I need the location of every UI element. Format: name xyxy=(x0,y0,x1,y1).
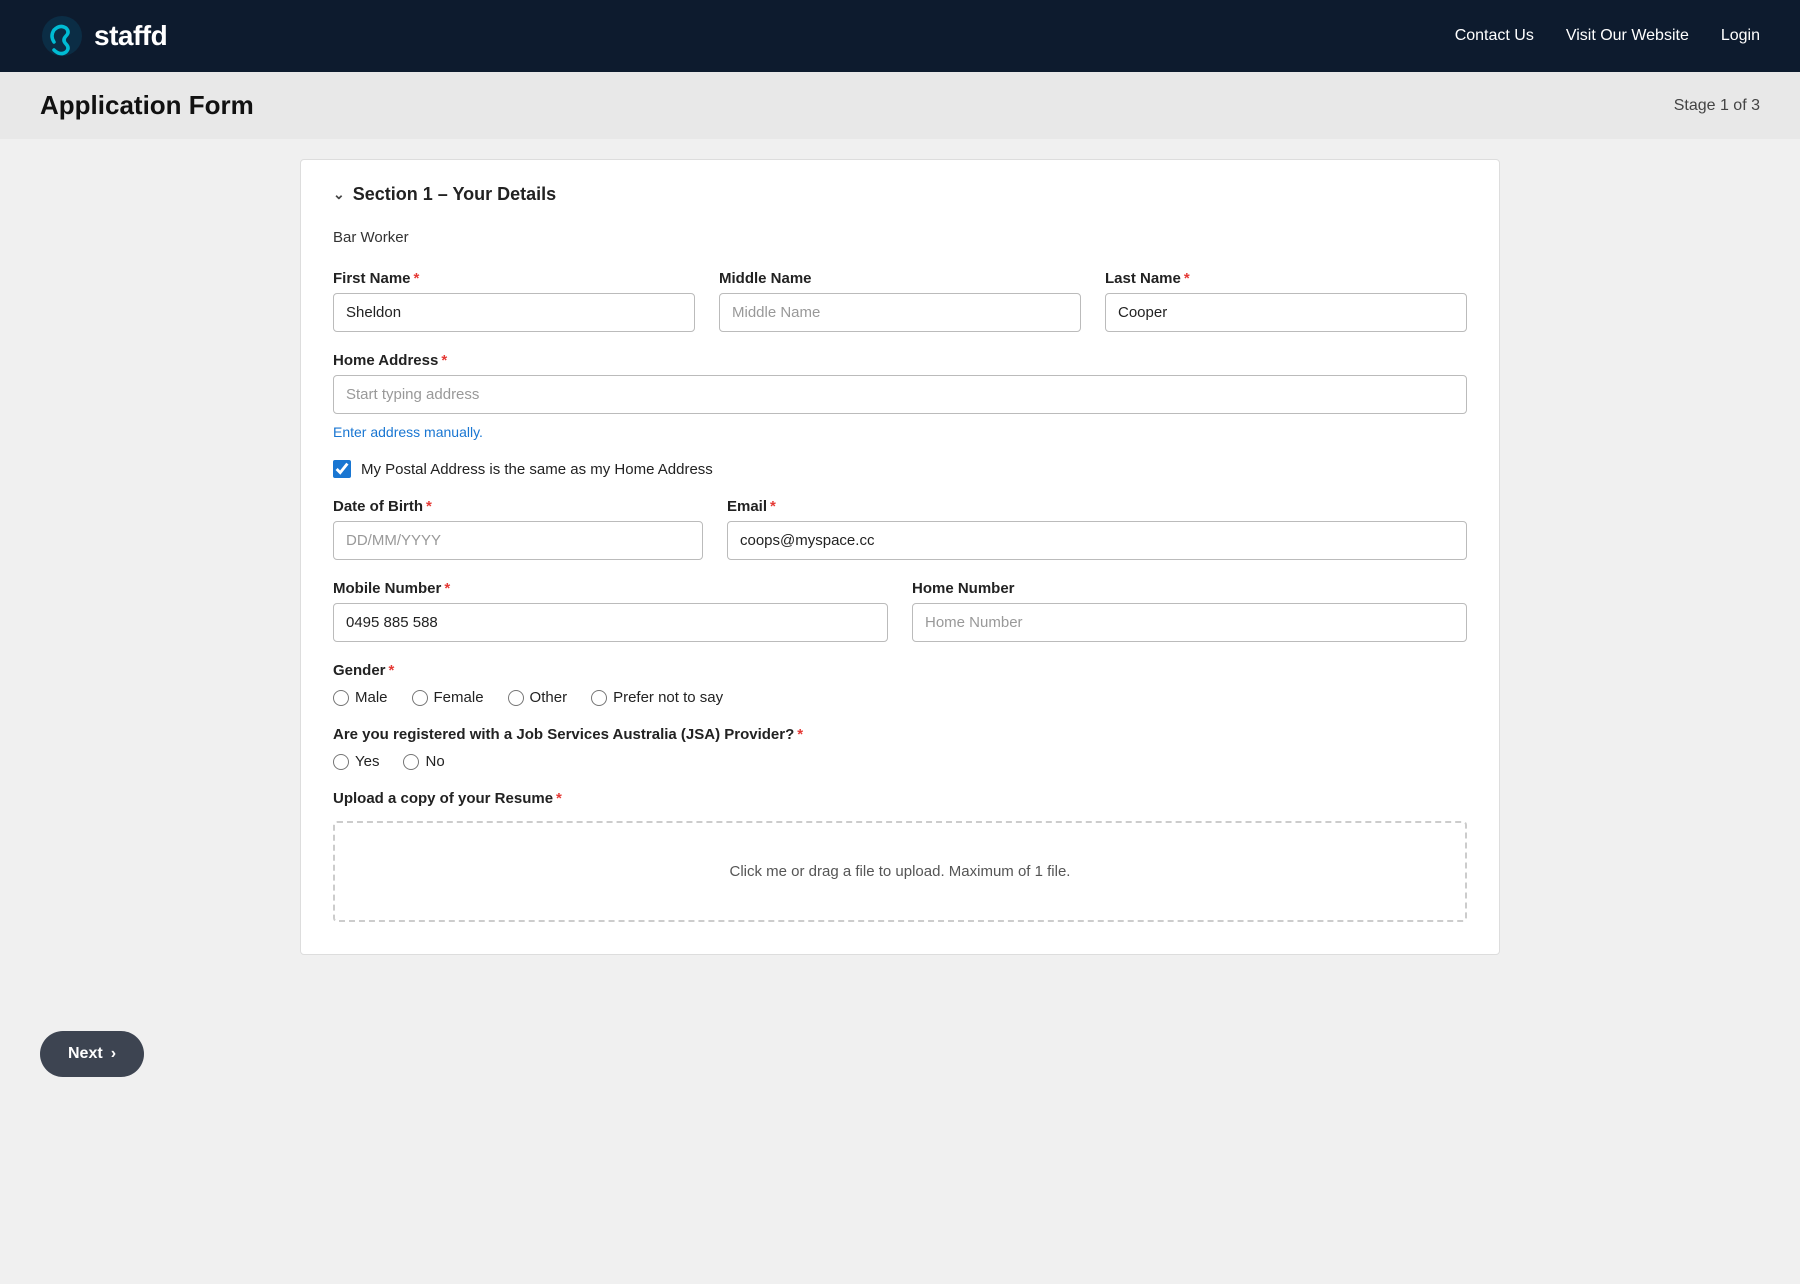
logo-icon xyxy=(40,14,84,58)
home-number-group: Home Number xyxy=(912,580,1467,642)
jsa-group: Are you registered with a Job Services A… xyxy=(333,726,1467,770)
name-row: First Name* Middle Name Last Name* xyxy=(333,270,1467,332)
resume-label: Upload a copy of your Resume* xyxy=(333,790,1467,807)
first-name-label: First Name* xyxy=(333,270,695,287)
home-address-input[interactable] xyxy=(333,375,1467,414)
gender-other-label: Other xyxy=(530,689,568,706)
first-name-required: * xyxy=(414,270,420,287)
header: staffd Contact Us Visit Our Website Logi… xyxy=(0,0,1800,72)
section-header[interactable]: ⌄ Section 1 – Your Details xyxy=(333,184,1467,205)
dob-group: Date of Birth* xyxy=(333,498,703,560)
middle-name-group: Middle Name xyxy=(719,270,1081,332)
gender-female-label: Female xyxy=(434,689,484,706)
first-name-input[interactable] xyxy=(333,293,695,332)
email-input[interactable] xyxy=(727,521,1467,560)
last-name-input[interactable] xyxy=(1105,293,1467,332)
gender-other-radio[interactable] xyxy=(508,690,524,706)
middle-name-label: Middle Name xyxy=(719,270,1081,287)
jsa-yes-label: Yes xyxy=(355,753,379,770)
email-label: Email* xyxy=(727,498,1467,515)
logo-text: staffd xyxy=(94,20,167,52)
jsa-yes-item[interactable]: Yes xyxy=(333,753,379,770)
postal-address-label[interactable]: My Postal Address is the same as my Home… xyxy=(361,461,713,478)
gender-label: Gender* xyxy=(333,662,1467,679)
postal-checkbox-row: My Postal Address is the same as my Home… xyxy=(333,460,1467,478)
mobile-group: Mobile Number* xyxy=(333,580,888,642)
mobile-input[interactable] xyxy=(333,603,888,642)
enter-address-manually-link[interactable]: Enter address manually. xyxy=(333,424,1467,440)
mobile-required: * xyxy=(444,580,450,597)
resume-required: * xyxy=(556,790,562,807)
jsa-no-label: No xyxy=(425,753,444,770)
jsa-label: Are you registered with a Job Services A… xyxy=(333,726,1467,743)
email-required: * xyxy=(770,498,776,515)
next-button[interactable]: Next › xyxy=(40,1031,144,1077)
last-name-group: Last Name* xyxy=(1105,270,1467,332)
gender-required: * xyxy=(389,662,395,679)
home-address-label: Home Address* xyxy=(333,352,1467,369)
form-card: ⌄ Section 1 – Your Details Bar Worker Fi… xyxy=(300,159,1500,955)
bottom-bar: Next › xyxy=(0,1015,1800,1093)
main-content: ⌄ Section 1 – Your Details Bar Worker Fi… xyxy=(260,139,1540,1015)
email-group: Email* xyxy=(727,498,1467,560)
first-name-group: First Name* xyxy=(333,270,695,332)
dob-label: Date of Birth* xyxy=(333,498,703,515)
gender-female-item[interactable]: Female xyxy=(412,689,484,706)
home-number-input[interactable] xyxy=(912,603,1467,642)
phone-row: Mobile Number* Home Number xyxy=(333,580,1467,642)
stage-label: Stage 1 of 3 xyxy=(1674,97,1760,115)
gender-male-item[interactable]: Male xyxy=(333,689,388,706)
position-question: Bar Worker xyxy=(333,229,1467,246)
middle-name-input[interactable] xyxy=(719,293,1081,332)
dob-input[interactable] xyxy=(333,521,703,560)
chevron-down-icon: ⌄ xyxy=(333,186,345,203)
postal-address-checkbox[interactable] xyxy=(333,460,351,478)
gender-other-item[interactable]: Other xyxy=(508,689,568,706)
dob-required: * xyxy=(426,498,432,515)
gender-prefer-not-radio[interactable] xyxy=(591,690,607,706)
home-number-label: Home Number xyxy=(912,580,1467,597)
address-row: Home Address* Enter address manually. xyxy=(333,352,1467,440)
jsa-required: * xyxy=(797,726,803,743)
gender-female-radio[interactable] xyxy=(412,690,428,706)
logo-area: staffd xyxy=(40,14,167,58)
upload-text: Click me or drag a file to upload. Maxim… xyxy=(730,863,1071,880)
next-button-icon: › xyxy=(111,1045,116,1063)
gender-male-radio[interactable] xyxy=(333,690,349,706)
resume-group: Upload a copy of your Resume* Click me o… xyxy=(333,790,1467,922)
last-name-required: * xyxy=(1184,270,1190,287)
gender-prefer-not-label: Prefer not to say xyxy=(613,689,723,706)
page-title: Application Form xyxy=(40,90,254,121)
jsa-no-radio[interactable] xyxy=(403,754,419,770)
login-link[interactable]: Login xyxy=(1721,27,1760,45)
position-question-value: Bar Worker xyxy=(333,229,1467,246)
jsa-no-item[interactable]: No xyxy=(403,753,444,770)
gender-radio-group: Male Female Other Prefer not to say xyxy=(333,689,1467,706)
jsa-radio-group: Yes No xyxy=(333,753,1467,770)
section-title: Section 1 – Your Details xyxy=(353,184,556,205)
jsa-yes-radio[interactable] xyxy=(333,754,349,770)
contact-us-link[interactable]: Contact Us xyxy=(1455,27,1534,45)
page-title-bar: Application Form Stage 1 of 3 xyxy=(0,72,1800,139)
gender-male-label: Male xyxy=(355,689,388,706)
next-button-label: Next xyxy=(68,1045,103,1063)
gender-group: Gender* Male Female Other Prefer not to xyxy=(333,662,1467,706)
gender-prefer-not-item[interactable]: Prefer not to say xyxy=(591,689,723,706)
nav-links: Contact Us Visit Our Website Login xyxy=(1455,27,1760,45)
mobile-label: Mobile Number* xyxy=(333,580,888,597)
visit-website-link[interactable]: Visit Our Website xyxy=(1566,27,1689,45)
dob-email-row: Date of Birth* Email* xyxy=(333,498,1467,560)
address-required: * xyxy=(441,352,447,369)
home-address-group: Home Address* Enter address manually. xyxy=(333,352,1467,440)
resume-upload-area[interactable]: Click me or drag a file to upload. Maxim… xyxy=(333,821,1467,922)
last-name-label: Last Name* xyxy=(1105,270,1467,287)
